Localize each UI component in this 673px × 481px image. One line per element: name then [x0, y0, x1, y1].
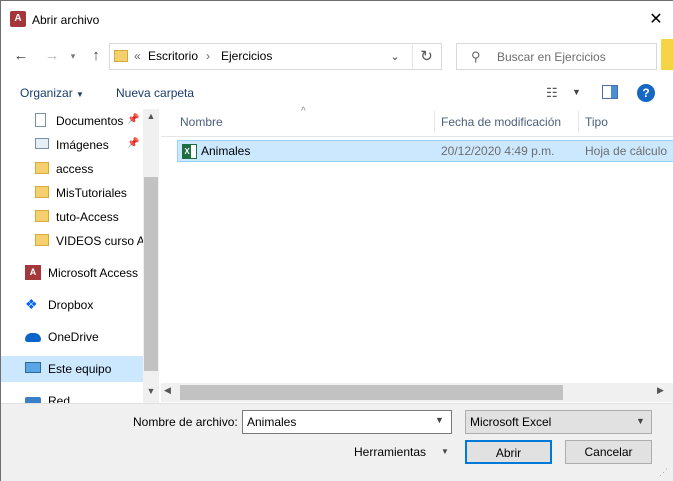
forward-arrow-icon[interactable]: →: [41, 45, 63, 67]
address-bar[interactable]: « Escritorio › Ejercicios ⌄ ↻: [109, 43, 442, 70]
nav-item-dropbox[interactable]: ❖ Dropbox: [1, 292, 141, 318]
nav-item-label: Red: [48, 394, 71, 403]
chevron-down-icon[interactable]: ▼: [435, 415, 444, 425]
up-arrow-icon[interactable]: ↑: [85, 45, 107, 67]
preview-pane-icon[interactable]: [602, 85, 618, 99]
scroll-left-icon[interactable]: ◀: [164, 385, 171, 396]
onedrive-icon: [25, 333, 41, 342]
computer-icon: [25, 362, 41, 373]
breadcrumb-ejercicios[interactable]: Ejercicios: [221, 49, 272, 63]
nav-item-label: access: [56, 162, 94, 176]
filename-field[interactable]: Animales ▼: [242, 410, 452, 434]
nav-item-label: Microsoft Access: [48, 266, 139, 280]
file-row[interactable]: Animales 20/12/2020 4:49 p.m. Hoja de cá…: [177, 140, 673, 162]
recent-locations-chevron-icon[interactable]: ▾: [62, 45, 84, 67]
organize-label: Organizar: [20, 86, 73, 100]
search-box[interactable]: ⚲ Buscar en Ejercicios: [456, 43, 657, 70]
nav-item-mistutoriales[interactable]: MisTutoriales: [1, 181, 141, 205]
nav-item-label: tuto-Access: [56, 210, 119, 224]
access-icon: A: [25, 265, 41, 280]
new-folder-button[interactable]: Nueva carpeta: [116, 86, 194, 100]
column-divider[interactable]: [434, 111, 435, 133]
chevron-down-icon[interactable]: ▼: [441, 447, 449, 456]
breadcrumb-escritorio[interactable]: Escritorio: [148, 49, 198, 63]
back-arrow-icon[interactable]: ←: [10, 45, 32, 67]
pictures-icon: [35, 138, 49, 149]
column-divider[interactable]: [578, 111, 579, 133]
access-icon: A: [10, 11, 26, 27]
folder-icon: [35, 210, 49, 222]
nav-scrollbar-thumb[interactable]: [144, 177, 158, 371]
chevron-down-icon: ▼: [76, 90, 84, 99]
nav-item-label: Dropbox: [48, 298, 94, 312]
organize-button[interactable]: Organizar ▼: [20, 86, 84, 100]
file-list: ^ Nombre Fecha de modificación Tipo Anim…: [161, 106, 673, 403]
search-input[interactable]: Buscar en Ejercicios: [497, 50, 606, 64]
excel-file-icon: [182, 144, 197, 159]
filetype-select[interactable]: Microsoft Excel ▼: [465, 410, 652, 434]
nav-item-imagenes[interactable]: Imágenes 📌: [1, 133, 141, 157]
nav-item-tuto-access[interactable]: tuto-Access: [1, 205, 141, 229]
nav-item-label: Este equipo: [48, 362, 112, 376]
file-name: Animales: [201, 144, 251, 158]
nav-item-red[interactable]: Red: [1, 388, 141, 403]
file-date: 20/12/2020 4:49 p.m.: [441, 144, 555, 158]
dropbox-icon: ❖: [25, 296, 38, 312]
search-icon: ⚲: [471, 49, 481, 64]
scroll-right-icon[interactable]: ▶: [657, 385, 664, 396]
nav-item-este-equipo[interactable]: Este equipo: [1, 356, 143, 382]
nav-item-documentos[interactable]: Documentos 📌: [1, 109, 141, 133]
folder-icon: [35, 162, 49, 174]
resize-grip-icon[interactable]: ⋰: [659, 467, 671, 479]
nav-item-label: Imágenes: [56, 138, 109, 152]
navigation-pane: Documentos 📌 Imágenes 📌 access MisTutori…: [1, 109, 159, 403]
cancel-button[interactable]: Cancelar: [565, 440, 652, 464]
document-icon: [35, 113, 46, 127]
window-title: Abrir archivo: [32, 13, 100, 27]
view-options-icon[interactable]: ☷: [546, 85, 558, 101]
nav-item-label: OneDrive: [48, 330, 99, 344]
open-file-dialog: A Abrir archivo ✕ ← → ▾ ↑ « Escritorio ›…: [0, 0, 673, 481]
chevron-down-icon[interactable]: ▼: [636, 416, 645, 426]
nav-item-label: MisTutoriales: [56, 186, 127, 200]
tools-button[interactable]: Herramientas: [354, 445, 426, 459]
folder-icon: [35, 234, 49, 246]
file-type: Hoja de cálculo: [585, 144, 668, 158]
nav-item-access[interactable]: access: [1, 157, 141, 181]
pin-icon[interactable]: 📌: [127, 114, 139, 125]
background-window-strip: [661, 39, 673, 70]
breadcrumb-separator[interactable]: ›: [206, 49, 210, 63]
sort-ascending-icon: ^: [301, 106, 306, 117]
column-header-name[interactable]: Nombre: [180, 115, 223, 129]
open-button[interactable]: Abrir: [465, 440, 552, 464]
pin-icon[interactable]: 📌: [127, 138, 139, 149]
close-icon[interactable]: ✕: [642, 6, 670, 34]
nav-item-label: VIDEOS curso Ac: [56, 234, 151, 248]
title-bar: A Abrir archivo ✕: [1, 1, 673, 39]
scroll-down-icon[interactable]: ▼: [143, 386, 159, 396]
help-icon[interactable]: ?: [637, 84, 655, 102]
column-header-date[interactable]: Fecha de modificación: [441, 115, 561, 129]
nav-item-label: Documentos: [56, 114, 124, 128]
breadcrumb-overflow[interactable]: «: [134, 49, 141, 63]
horizontal-scrollbar-thumb[interactable]: [180, 385, 563, 400]
column-header-row: ^ Nombre Fecha de modificación Tipo: [161, 106, 673, 137]
filetype-value: Microsoft Excel: [470, 415, 552, 429]
nav-item-videos[interactable]: VIDEOS curso Ac: [1, 229, 151, 253]
refresh-icon[interactable]: ↻: [412, 45, 440, 69]
scroll-up-icon[interactable]: ▲: [143, 111, 159, 121]
column-header-type[interactable]: Tipo: [585, 115, 608, 129]
folder-icon: [114, 50, 128, 62]
filename-label: Nombre de archivo:: [133, 415, 238, 429]
chevron-down-icon[interactable]: ⌄: [385, 47, 405, 67]
nav-item-microsoft-access[interactable]: A Microsoft Access: [1, 260, 141, 286]
chevron-down-icon[interactable]: ▼: [572, 87, 581, 97]
folder-icon: [35, 186, 49, 198]
filename-value[interactable]: Animales: [247, 415, 296, 429]
nav-item-onedrive[interactable]: OneDrive: [1, 324, 141, 350]
